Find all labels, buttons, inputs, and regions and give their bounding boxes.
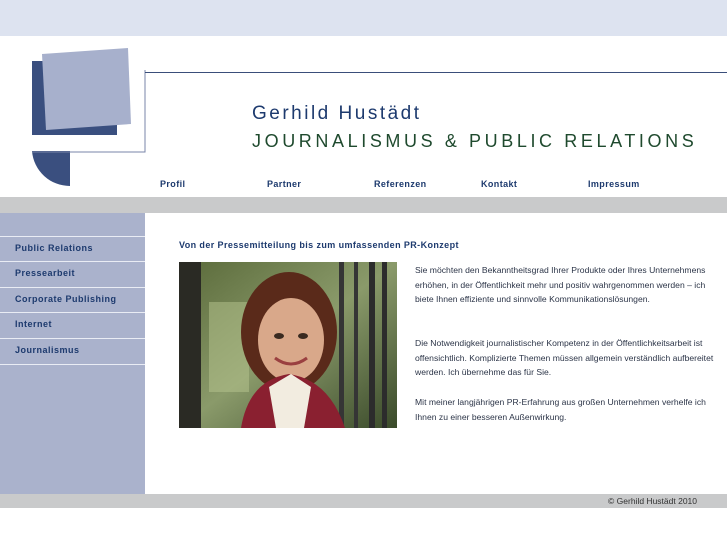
sidebar-item-corporate-publishing[interactable]: Corporate Publishing [0,287,145,312]
footer-band: © Gerhild Hustädt 2010 [0,494,727,508]
sidebar-item-public-relations[interactable]: Public Relations [0,236,145,261]
content-heading: Von der Pressemitteilung bis zum umfasse… [179,240,459,250]
sidebar-item-label: Pressearbeit [15,268,76,278]
logo-graphic [32,48,146,187]
portrait-photo [179,262,397,428]
sidebar-item-pressearbeit[interactable]: Pressearbeit [0,261,145,286]
experience-paragraph: Mit meiner langjährigen PR-Erfahrung aus… [415,397,706,422]
nav-profil[interactable]: Profil [160,179,185,189]
site-owner-name: Gerhild Hustädt [252,103,422,124]
competence-paragraph: Die Notwendigkeit journalistischer Kompe… [415,338,714,378]
site-tagline: JOURNALISMUS & PUBLIC RELATIONS [252,131,698,151]
sidebar-item-journalismus[interactable]: Journalismus [0,338,145,363]
sidebar-item-internet[interactable]: Internet [0,312,145,337]
intro-paragraph: Sie möchten den Bekanntheitsgrad Ihrer P… [415,265,706,305]
header-divider [145,72,727,73]
nav-kontakt[interactable]: Kontakt [481,179,517,189]
sidebar-divider [0,364,145,365]
nav-partner[interactable]: Partner [267,179,301,189]
nav-referenzen[interactable]: Referenzen [374,179,427,189]
sidebar-item-label: Internet [15,319,53,329]
sidebar-item-label: Corporate Publishing [15,294,117,304]
sidebar: Public Relations Pressearbeit Corporate … [0,213,145,494]
sidebar-item-label: Journalismus [15,345,80,355]
nav-impressum[interactable]: Impressum [588,179,640,189]
gray-divider-band [0,197,727,213]
sidebar-item-label: Public Relations [15,243,94,253]
copyright-notice: © Gerhild Hustädt 2010 [608,496,697,506]
top-band [0,0,727,36]
